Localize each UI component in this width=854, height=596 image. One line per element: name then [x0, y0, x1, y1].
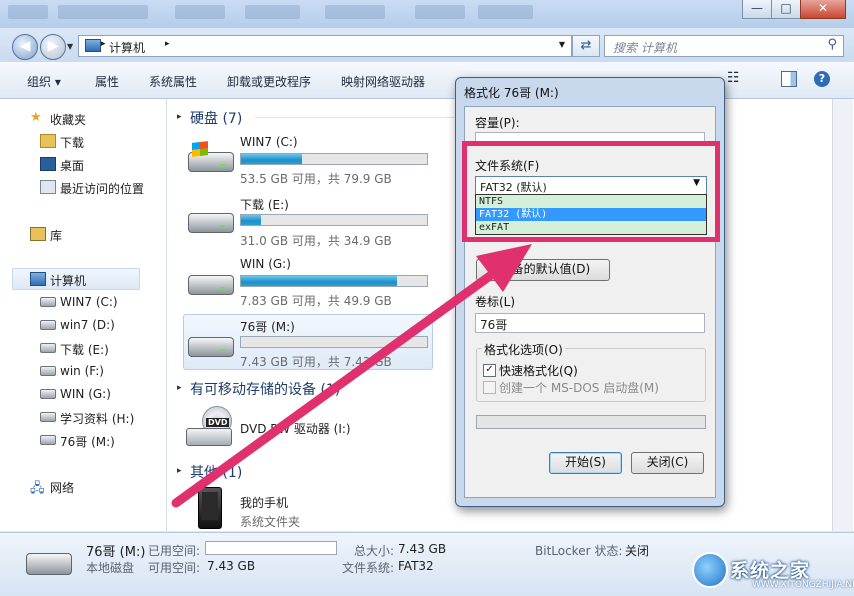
watermark-url: WWW.XITONGZHIJIA.NET	[752, 580, 854, 590]
annotation-arrow	[171, 244, 532, 508]
house-logo-icon	[692, 552, 728, 588]
arrow-icon	[171, 244, 532, 508]
watermark: 系统之家 WWW.XITONGZHIJIA.NET	[682, 548, 854, 594]
watermark-text: 系统之家	[730, 560, 811, 582]
